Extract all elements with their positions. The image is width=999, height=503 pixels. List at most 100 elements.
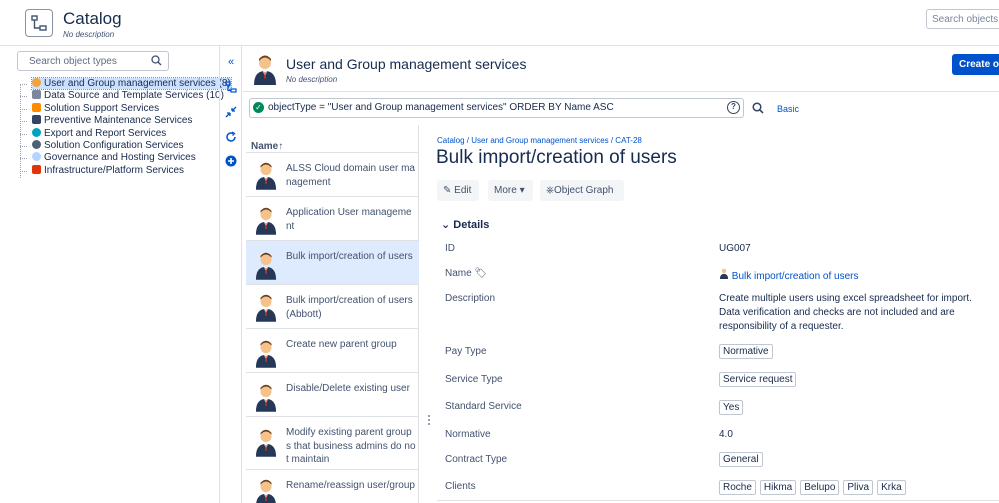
tree-item-data-source[interactable]: Data Source and Template Services (10) <box>16 90 226 102</box>
query-text: objectType = "User and Group management … <box>268 102 614 113</box>
name-label: Name 🏷 <box>445 268 487 279</box>
status-badge: General <box>719 452 763 467</box>
tree-item-label: Data Source and Template Services (10) <box>44 90 224 102</box>
status-badge: Service request <box>719 372 797 387</box>
name-label-text: Name <box>445 268 472 279</box>
description-value: Create multiple users using excel spread… <box>719 293 972 332</box>
edit-button[interactable]: ✎ Edit <box>437 180 479 201</box>
check-icon: ✓ <box>253 102 264 113</box>
user-avatar-icon <box>255 207 277 235</box>
details-section-toggle[interactable]: ⌄ Details <box>441 218 489 231</box>
export-icon <box>32 127 41 137</box>
tree-view-icon[interactable] <box>225 81 237 93</box>
more-label: More <box>494 185 517 196</box>
search-icon <box>151 55 162 69</box>
list-item[interactable]: Application User management <box>246 196 419 240</box>
tree-item-label: Governance and Hosting Services <box>44 152 196 164</box>
pencil-icon: ✎ <box>443 185 452 196</box>
tree-item-user-group[interactable]: User and Group management services (8) <box>16 77 232 90</box>
object-graph-button[interactable]: ⎈Object Graph <box>540 180 624 201</box>
object-list: Name↑ ALSS Cloud domain user management … <box>246 125 419 503</box>
id-label: ID <box>445 243 455 254</box>
name-value: Bulk import/creation of users <box>731 271 859 282</box>
user-avatar-icon <box>255 384 277 412</box>
list-item[interactable]: Bulk import/creation of users <box>246 240 419 284</box>
client-badge[interactable]: Hikma <box>759 480 797 495</box>
list-item[interactable]: Disable/Delete existing user <box>246 372 419 416</box>
status-badge: Normative <box>719 344 773 359</box>
tree-item-label: Preventive Maintenance Services <box>44 115 193 127</box>
object-type-search-input[interactable]: Search object types <box>17 51 169 71</box>
list-item[interactable]: Bulk import/creation of users (Abbott) <box>246 284 419 328</box>
pay-type-value: Normative <box>719 344 777 359</box>
tree-item-configuration[interactable]: Solution Configuration Services <box>16 139 226 152</box>
iql-query-input[interactable]: ✓ objectType = "User and Group managemen… <box>249 98 744 118</box>
contract-type-label: Contract Type <box>445 454 508 465</box>
server-icon <box>32 115 41 125</box>
tree-item-preventive[interactable]: Preventive Maintenance Services <box>16 115 226 127</box>
create-object-button[interactable]: Create object <box>952 54 999 75</box>
tree-item-infrastructure[interactable]: Infrastructure/Platform Services <box>16 164 226 177</box>
tree-item-solution-support[interactable]: Solution Support Services <box>16 102 226 115</box>
standard-service-value: Yes <box>719 400 747 415</box>
tree-item-label: Export and Report Services <box>44 127 167 139</box>
schema-title: Catalog <box>63 9 122 28</box>
tree-item-label: Solution Configuration Services <box>44 139 184 151</box>
help-icon[interactable]: ? <box>727 101 740 114</box>
add-object-type-icon[interactable] <box>225 155 237 167</box>
list-item[interactable]: Rename/reassign user/group <box>246 469 419 503</box>
clients-label: Clients <box>445 481 476 492</box>
object-type-description: No description <box>286 75 338 84</box>
tree-item-governance[interactable]: Governance and Hosting Services <box>16 152 226 164</box>
name-value-link[interactable]: Bulk import/creation of users <box>719 268 859 282</box>
breadcrumb[interactable]: Catalog / User and Group management serv… <box>437 136 642 145</box>
tool-strip: « <box>220 46 242 503</box>
client-badge[interactable]: Roche <box>719 480 756 495</box>
search-objects-input[interactable]: Search objects <box>926 9 999 29</box>
user-avatar-icon <box>255 252 277 280</box>
chart-icon <box>32 164 41 174</box>
user-icon <box>719 268 729 279</box>
list-item[interactable]: Create new parent group <box>246 328 419 372</box>
basic-search-link[interactable]: Basic <box>777 104 799 114</box>
service-type-value: Service request <box>719 372 800 387</box>
graph-icon: ⎈ <box>546 185 554 196</box>
list-item-name: Modify existing parent groups that busin… <box>286 427 416 465</box>
sort-asc-icon: ↑ <box>278 141 284 152</box>
search-icon[interactable] <box>752 102 764 117</box>
user-avatar-icon <box>256 479 276 503</box>
column-label: Name <box>251 141 279 152</box>
contract-type-value: General <box>719 452 767 467</box>
user-avatar-icon <box>255 429 277 457</box>
user-icon <box>32 78 41 87</box>
list-item-name: Create new parent group <box>286 339 397 350</box>
standard-service-label: Standard Service <box>445 401 522 412</box>
list-item-name: Bulk import/creation of users (Abbott) <box>286 295 413 320</box>
tree-item-label: User and Group management services (8) <box>44 78 231 89</box>
tree-item-export[interactable]: Export and Report Services <box>16 127 226 140</box>
id-value: UG007 <box>719 243 751 254</box>
client-badge[interactable]: Pliva <box>843 480 874 495</box>
edit-label: Edit <box>454 185 472 196</box>
client-badge[interactable]: Krka <box>877 480 906 495</box>
collapse-panel-icon[interactable]: « <box>225 56 237 68</box>
user-avatar-icon <box>255 162 277 190</box>
list-item-name: ALSS Cloud domain user management <box>286 163 415 188</box>
pay-type-label: Pay Type <box>445 346 487 357</box>
list-item-name: Application User management <box>286 207 412 232</box>
tree-item-label: Solution Support Services <box>44 102 160 114</box>
list-item[interactable]: Modify existing parent groups that busin… <box>246 416 419 469</box>
app-header: Catalog No description Search objects <box>0 0 999 46</box>
hierarchy-icon <box>25 9 53 37</box>
section-divider <box>437 500 999 501</box>
list-item[interactable]: ALSS Cloud domain user management <box>246 152 419 196</box>
more-button[interactable]: More ▾ <box>488 180 533 201</box>
graph-label: Object Graph <box>554 185 614 196</box>
status-badge: Yes <box>719 400 744 415</box>
refresh-icon[interactable] <box>225 131 237 143</box>
collapse-all-icon[interactable] <box>225 106 237 118</box>
name-column-header[interactable]: Name↑ <box>251 141 283 152</box>
cloud-icon <box>32 152 41 162</box>
client-badge[interactable]: Belupo <box>800 480 840 495</box>
resize-handle[interactable] <box>428 415 431 425</box>
